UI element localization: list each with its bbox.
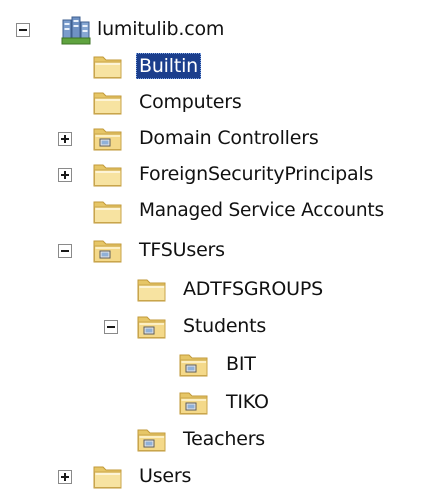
tree-node-label: ADTFSGROUPS	[183, 278, 323, 300]
ad-tree-view: lumitulib.com Builtin Computers Domain C…	[0, 0, 444, 497]
collapse-toggle-icon[interactable]	[16, 23, 30, 37]
folder-icon	[92, 52, 124, 80]
expand-toggle-icon[interactable]	[58, 168, 72, 182]
tree-node-label: ForeignSecurityPrincipals	[139, 163, 374, 185]
tree-node-bit[interactable]: BIT	[0, 347, 300, 381]
ou-folder-icon	[136, 425, 168, 453]
folder-icon	[92, 462, 124, 490]
tree-node-foreign-security-principals[interactable]: ForeignSecurityPrincipals	[0, 157, 444, 191]
tree-node-label: Users	[139, 465, 192, 487]
tree-node-label: BIT	[226, 353, 256, 375]
tree-node-label: Domain Controllers	[139, 127, 319, 149]
tree-node-managed-service-accounts[interactable]: Managed Service Accounts	[0, 194, 444, 228]
tree-node-domain-controllers[interactable]: Domain Controllers	[0, 121, 380, 155]
tree-node-label: Managed Service Accounts	[139, 200, 384, 221]
domain-icon	[60, 14, 92, 46]
ou-folder-icon	[178, 388, 210, 416]
tree-node-teachers[interactable]: Teachers	[0, 422, 320, 456]
tree-node-label: Students	[183, 315, 267, 337]
tree-node-tfsusers[interactable]: TFSUsers	[0, 233, 280, 267]
tree-node-label: TIKO	[226, 391, 269, 413]
tree-node-builtin[interactable]: Builtin	[0, 49, 240, 83]
tree-node-domain[interactable]: lumitulib.com	[0, 12, 260, 46]
tree-node-tiko[interactable]: TIKO	[0, 385, 300, 419]
tree-node-label: TFSUsers	[139, 239, 225, 261]
tree-node-students[interactable]: Students	[0, 309, 320, 343]
collapse-toggle-icon[interactable]	[104, 320, 118, 334]
folder-icon	[136, 275, 168, 303]
ou-folder-icon	[178, 350, 210, 378]
tree-node-label: Builtin	[136, 53, 202, 79]
ou-folder-icon	[92, 236, 124, 264]
tree-node-adtfsgroups[interactable]: ADTFSGROUPS	[0, 272, 400, 306]
expand-toggle-icon[interactable]	[58, 470, 72, 484]
expand-toggle-icon[interactable]	[58, 132, 72, 146]
folder-icon	[92, 88, 124, 116]
folder-icon	[92, 160, 124, 188]
tree-node-users[interactable]: Users	[0, 459, 260, 493]
tree-node-label: lumitulib.com	[97, 18, 225, 40]
collapse-toggle-icon[interactable]	[58, 244, 72, 258]
ou-folder-icon	[92, 124, 124, 152]
ou-folder-icon	[136, 312, 168, 340]
folder-icon	[92, 197, 124, 225]
tree-node-label: Computers	[139, 91, 242, 113]
tree-node-label: Teachers	[183, 428, 265, 450]
tree-node-computers[interactable]: Computers	[0, 85, 280, 119]
